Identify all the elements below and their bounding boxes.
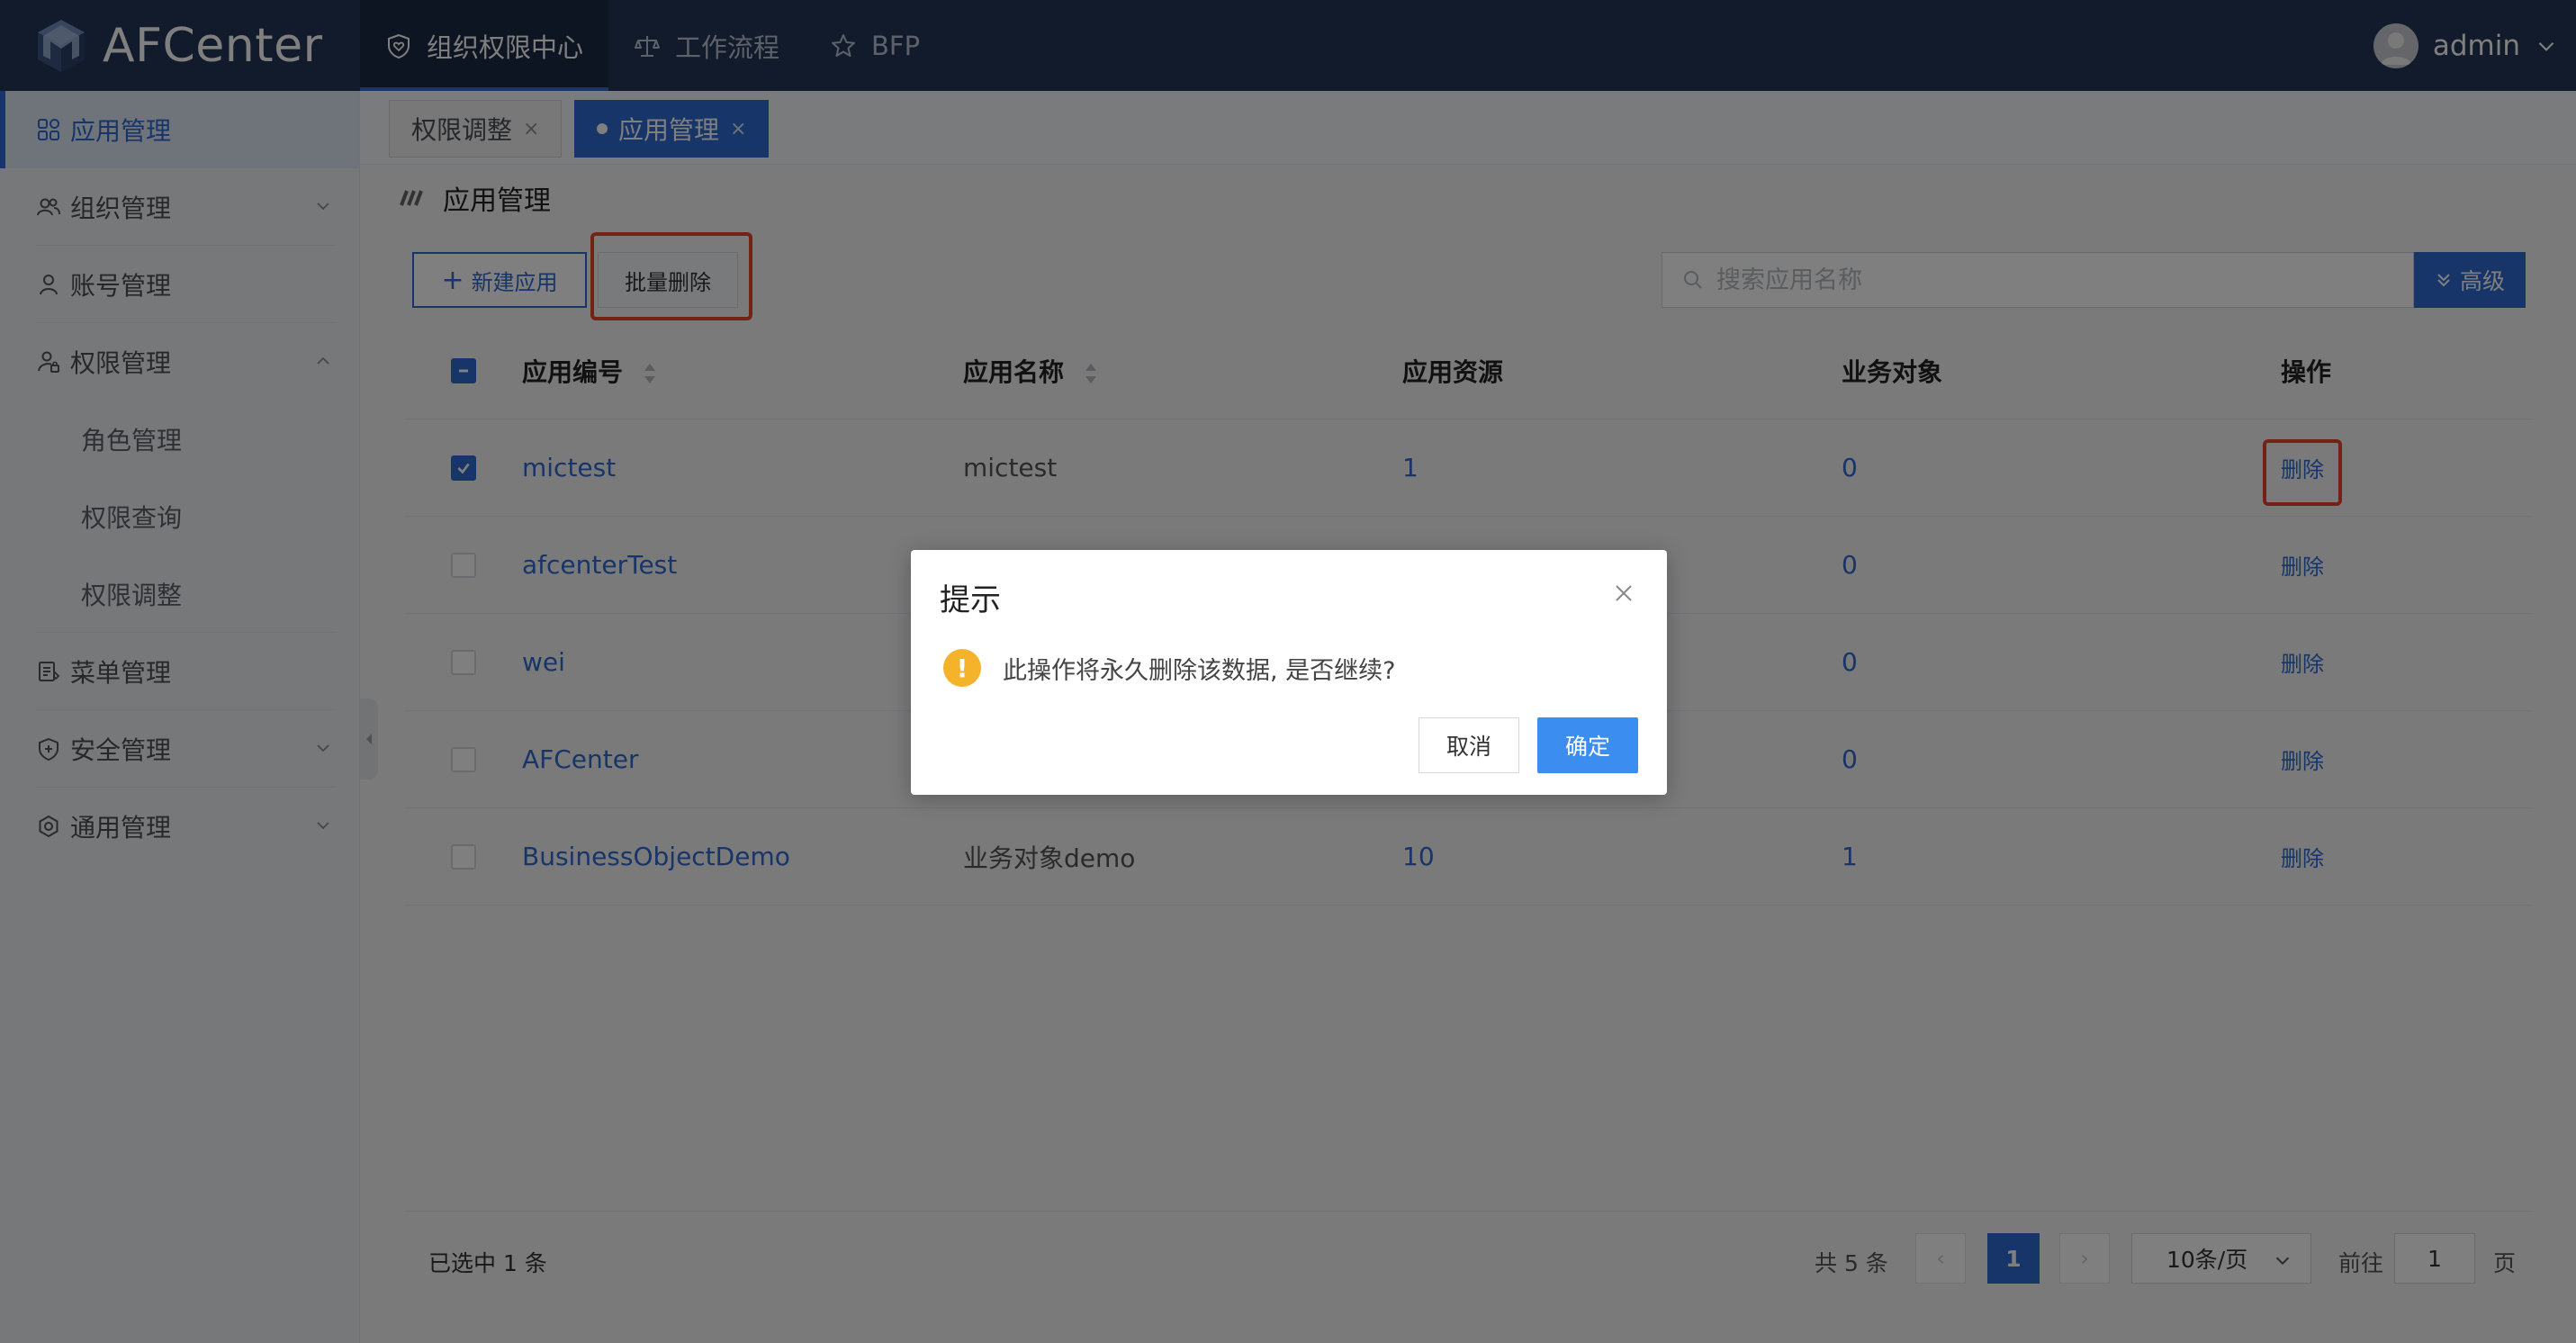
close-icon[interactable] [1613,582,1635,604]
confirm-button[interactable]: 确定 [1537,717,1638,773]
dialog-message: ! 此操作将永久删除该数据, 是否继续? [943,649,1396,687]
warning-icon: ! [943,649,981,687]
dialog-message-text: 此操作将永久删除该数据, 是否继续? [1003,656,1396,685]
confirm-dialog: 提示 ! 此操作将永久删除该数据, 是否继续? 取消 确定 [911,550,1667,795]
dialog-title: 提示 [940,582,1001,618]
cancel-button[interactable]: 取消 [1419,717,1519,773]
